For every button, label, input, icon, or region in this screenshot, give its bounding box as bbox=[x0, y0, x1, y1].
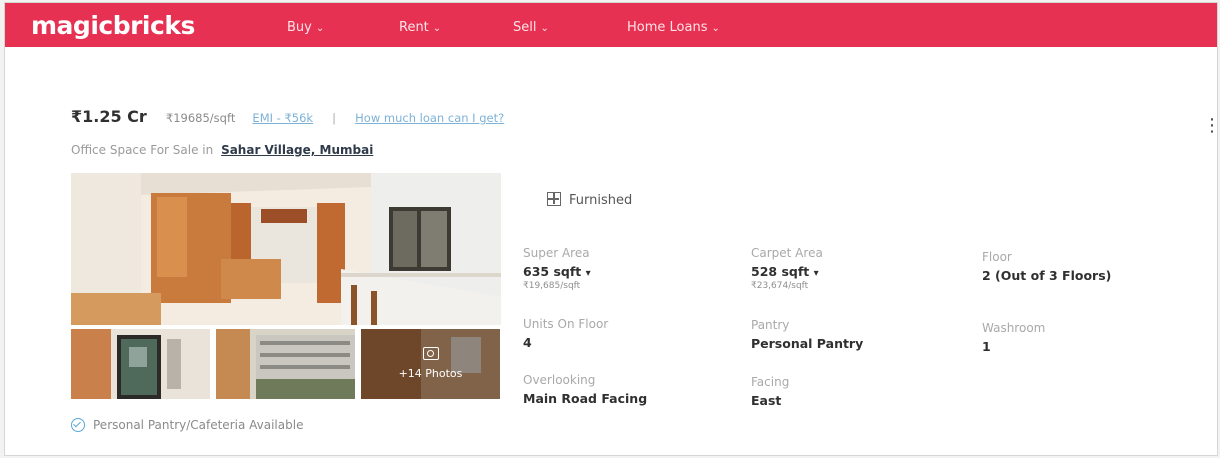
attr-value: 4 bbox=[523, 335, 532, 350]
attr-sub: ₹19,685/sqft bbox=[523, 281, 581, 291]
thumbnail-2[interactable] bbox=[216, 329, 355, 399]
emi-link[interactable]: EMI - ₹56k bbox=[252, 111, 313, 125]
cabin-door-image bbox=[71, 329, 210, 399]
furnished-icon bbox=[547, 192, 561, 206]
loan-eligibility-link[interactable]: How much loan can I get? bbox=[355, 111, 504, 125]
attr-label: Overlooking bbox=[523, 373, 596, 387]
attr-pantry: Pantry Personal Pantry bbox=[751, 318, 863, 351]
listing-subtitle: Office Space For Sale in Sahar Village, … bbox=[71, 143, 374, 157]
thumbnail-more-photos[interactable]: +14 Photos bbox=[361, 329, 500, 399]
price: ₹1.25 Cr bbox=[71, 107, 147, 126]
office-interior-image bbox=[71, 173, 501, 325]
chevron-down-icon: ⌄ bbox=[711, 23, 720, 34]
attr-facing: Facing East bbox=[751, 375, 789, 408]
attr-label: Units On Floor bbox=[523, 317, 609, 331]
chevron-down-icon: ⌄ bbox=[315, 23, 325, 34]
nav-rent[interactable]: Rent ⌄ bbox=[399, 20, 441, 35]
attr-label: Super Area bbox=[523, 246, 590, 260]
nav-sell[interactable]: Sell ⌄ bbox=[513, 20, 549, 35]
furnishing-status: Furnished bbox=[547, 192, 632, 208]
attr-carpet-area: Carpet Area 528 sqft ▾ ₹23,674/sqft bbox=[751, 246, 823, 291]
attr-value: Main Road Facing bbox=[523, 391, 648, 406]
magicbricks-logo[interactable]: magicbricks bbox=[31, 11, 195, 40]
price-per-sqft: ₹19685/sqft bbox=[165, 111, 236, 125]
attr-label: Floor bbox=[982, 250, 1012, 264]
attr-value: 2 (Out of 3 Floors) bbox=[982, 268, 1112, 283]
amenity-badge: Personal Pantry/Cafeteria Available bbox=[71, 418, 303, 432]
attr-floor: Floor 2 (Out of 3 Floors) bbox=[982, 250, 1111, 283]
main-photo[interactable] bbox=[71, 173, 501, 325]
attr-value: East bbox=[751, 393, 782, 408]
attr-value[interactable]: 635 sqft ▾ bbox=[523, 264, 591, 279]
attr-super-area: Super Area 635 sqft ▾ ₹19,685/sqft bbox=[523, 246, 591, 291]
chevron-down-icon: ▾ bbox=[585, 268, 591, 279]
building-exterior-image bbox=[216, 329, 355, 399]
attr-label: Washroom bbox=[982, 321, 1046, 335]
kebab-menu-icon[interactable]: ⋮ bbox=[1203, 115, 1217, 136]
chevron-down-icon: ⌄ bbox=[540, 23, 549, 34]
location-link[interactable]: Sahar Village, Mumbai bbox=[221, 143, 373, 157]
attr-units-on-floor: Units On Floor 4 bbox=[523, 317, 608, 350]
attr-label: Pantry bbox=[751, 318, 790, 332]
attr-label: Carpet Area bbox=[751, 246, 823, 260]
photo-gallery: +14 Photos bbox=[71, 173, 501, 401]
attr-value: Personal Pantry bbox=[751, 336, 864, 351]
chevron-down-icon: ▾ bbox=[813, 268, 819, 279]
attr-label: Facing bbox=[751, 375, 790, 389]
top-navbar: magicbricks Buy ⌄ Rent ⌄ Sell ⌄ Home Loans ⌄ bbox=[5, 3, 1217, 47]
listing-page: magicbricks Buy ⌄ Rent ⌄ Sell ⌄ Home Loans ⌄… bbox=[4, 2, 1218, 456]
more-photos-overlay: +14 Photos bbox=[361, 329, 500, 399]
camera-icon bbox=[423, 347, 439, 360]
price-row: ₹1.25 Cr ₹19685/sqft EMI - ₹56k | How mu… bbox=[71, 107, 504, 126]
attr-value: 1 bbox=[982, 339, 991, 354]
nav-buy[interactable]: Buy ⌄ bbox=[287, 20, 324, 35]
attr-washroom: Washroom 1 bbox=[982, 321, 1045, 354]
nav-home-loans[interactable]: Home Loans ⌄ bbox=[627, 20, 720, 35]
attr-sub: ₹23,674/sqft bbox=[751, 281, 809, 291]
attr-value[interactable]: 528 sqft ▾ bbox=[751, 264, 823, 279]
attr-overlooking: Overlooking Main Road Facing bbox=[523, 373, 647, 406]
thumbnail-1[interactable] bbox=[71, 329, 210, 399]
chevron-down-icon: ⌄ bbox=[432, 23, 442, 34]
separator: | bbox=[332, 111, 337, 125]
check-circle-icon bbox=[71, 418, 85, 432]
